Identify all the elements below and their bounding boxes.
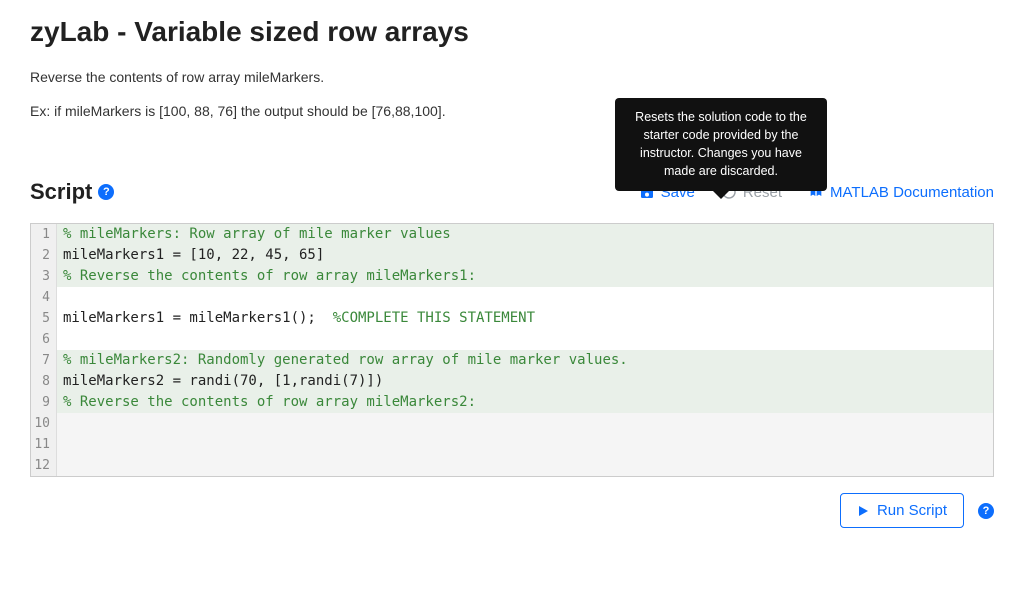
code-cell[interactable]	[57, 413, 993, 434]
code-line[interactable]: 1% mileMarkers: Row array of mile marker…	[31, 224, 993, 245]
code-cell[interactable]	[57, 329, 993, 350]
line-number: 8	[31, 371, 57, 392]
code-line[interactable]: 9% Reverse the contents of row array mil…	[31, 392, 993, 413]
page-title: zyLab - Variable sized row arrays	[30, 16, 994, 48]
code-line[interactable]: 11	[31, 434, 993, 455]
line-number: 3	[31, 266, 57, 287]
code-editor[interactable]: 1% mileMarkers: Row array of mile marker…	[30, 223, 994, 477]
problem-description-2: Ex: if mileMarkers is [100, 88, 76] the …	[30, 102, 994, 122]
line-number: 7	[31, 350, 57, 371]
code-cell[interactable]	[57, 434, 993, 455]
code-line[interactable]: 10	[31, 413, 993, 434]
line-number: 12	[31, 455, 57, 476]
problem-description-1: Reverse the contents of row array mileMa…	[30, 68, 994, 88]
code-cell[interactable]	[57, 455, 993, 476]
code-cell[interactable]: % mileMarkers2: Randomly generated row a…	[57, 350, 993, 371]
code-line[interactable]: 8mileMarkers2 = randi(70, [1,randi(7)])	[31, 371, 993, 392]
code-cell[interactable]: % Reverse the contents of row array mile…	[57, 392, 993, 413]
run-label: Run Script	[877, 502, 947, 519]
line-number: 11	[31, 434, 57, 455]
run-help-icon[interactable]: ?	[978, 503, 994, 519]
line-number: 9	[31, 392, 57, 413]
code-cell[interactable]	[57, 287, 993, 308]
line-number: 10	[31, 413, 57, 434]
line-number: 6	[31, 329, 57, 350]
code-line[interactable]: 5mileMarkers1 = mileMarkers1(); %COMPLET…	[31, 308, 993, 329]
code-line[interactable]: 7% mileMarkers2: Randomly generated row …	[31, 350, 993, 371]
script-header: Script ? Save Reset MATLAB Documentation	[30, 179, 994, 205]
code-cell[interactable]: mileMarkers1 = [10, 22, 45, 65]	[57, 245, 993, 266]
play-icon	[857, 505, 869, 517]
code-line[interactable]: 4	[31, 287, 993, 308]
line-number: 5	[31, 308, 57, 329]
line-number: 2	[31, 245, 57, 266]
docs-link[interactable]: MATLAB Documentation	[808, 184, 994, 201]
code-cell[interactable]: mileMarkers2 = randi(70, [1,randi(7)])	[57, 371, 993, 392]
docs-label: MATLAB Documentation	[830, 184, 994, 201]
code-cell[interactable]: % mileMarkers: Row array of mile marker …	[57, 224, 993, 245]
line-number: 1	[31, 224, 57, 245]
code-line[interactable]: 2mileMarkers1 = [10, 22, 45, 65]	[31, 245, 993, 266]
run-script-button[interactable]: Run Script	[840, 493, 964, 528]
line-number: 4	[31, 287, 57, 308]
code-line[interactable]: 6	[31, 329, 993, 350]
code-line[interactable]: 12	[31, 455, 993, 476]
script-label: Script	[30, 179, 92, 205]
reset-tooltip: Resets the solution code to the starter …	[615, 98, 827, 191]
code-cell[interactable]: mileMarkers1 = mileMarkers1(); %COMPLETE…	[57, 308, 993, 329]
code-line[interactable]: 3% Reverse the contents of row array mil…	[31, 266, 993, 287]
code-cell[interactable]: % Reverse the contents of row array mile…	[57, 266, 993, 287]
help-icon[interactable]: ?	[98, 184, 114, 200]
